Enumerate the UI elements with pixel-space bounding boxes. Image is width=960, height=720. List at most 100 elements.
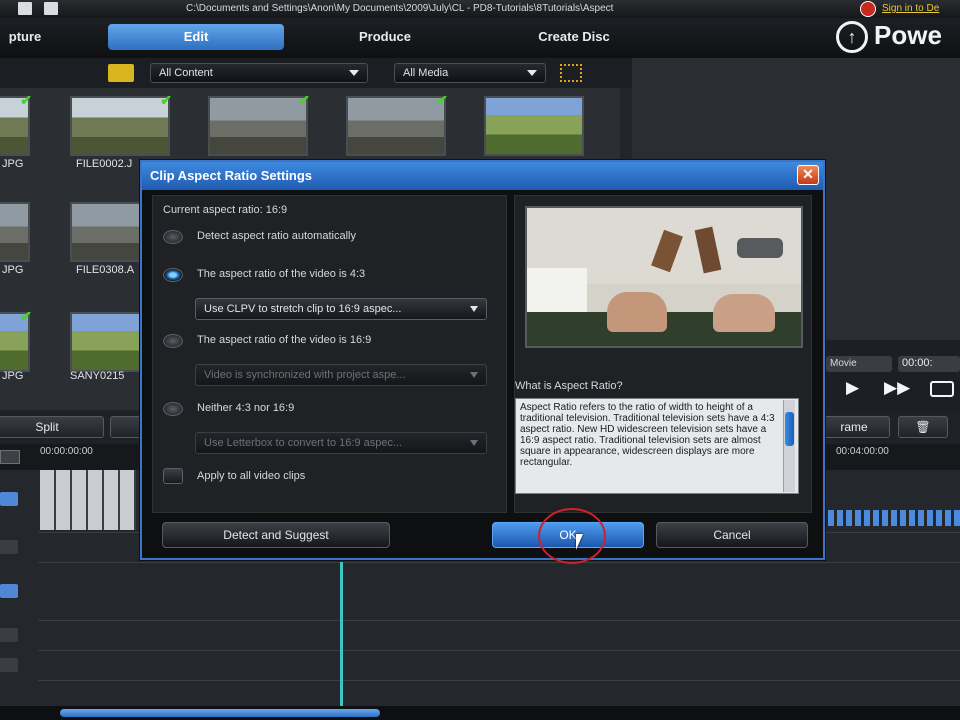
description-scrollbar[interactable] xyxy=(783,400,795,492)
content-filter-value: All Content xyxy=(159,67,213,79)
media-thumb[interactable]: ✔ xyxy=(0,92,32,156)
thumbnail-view-icon[interactable] xyxy=(560,64,582,82)
option-aspect-4-3-label: The aspect ratio of the video is 4:3 xyxy=(197,268,366,280)
option-detect-auto-label: Detect aspect ratio automatically xyxy=(197,230,356,242)
radio-aspect-16-9[interactable] xyxy=(163,334,183,348)
what-is-aspect-ratio-heading: What is Aspect Ratio? xyxy=(515,380,623,392)
fast-forward-icon[interactable]: ▶▶ xyxy=(884,378,910,398)
timeline-scrollbar[interactable] xyxy=(0,706,960,720)
open-folder-icon[interactable] xyxy=(44,2,58,15)
aspect-ratio-description-text: Aspect Ratio refers to the ratio of widt… xyxy=(520,402,775,468)
tab-produce[interactable]: Produce xyxy=(330,24,440,50)
ruler-toggle-icon[interactable] xyxy=(0,450,20,464)
aspect-4-3-method-select[interactable]: Use CLPV to stretch clip to 16:9 aspec..… xyxy=(195,298,487,320)
checkmark-icon: ✔ xyxy=(298,92,310,108)
scroll-thumb[interactable] xyxy=(785,412,794,446)
checkmark-icon: ✔ xyxy=(160,92,172,108)
chevron-down-icon xyxy=(470,306,478,312)
checkmark-icon: ✔ xyxy=(20,308,32,324)
dialog-title: Clip Aspect Ratio Settings xyxy=(142,162,823,190)
playhead[interactable] xyxy=(340,562,343,710)
radio-detect-auto[interactable] xyxy=(163,230,183,244)
media-thumb[interactable] xyxy=(0,202,30,262)
audio-track-icon[interactable] xyxy=(0,628,18,642)
detect-and-suggest-button[interactable]: Detect and Suggest xyxy=(162,522,390,548)
media-thumb[interactable]: ✔ xyxy=(208,92,310,156)
ruler-start-time: 00:00:00:00 xyxy=(40,446,93,457)
highlight-circle xyxy=(538,508,606,564)
window-path: C:\Documents and Settings\Anon\My Docume… xyxy=(186,3,614,14)
radio-aspect-neither[interactable] xyxy=(163,402,183,416)
content-filter-dropdown[interactable]: All Content xyxy=(150,63,368,83)
radio-aspect-4-3[interactable] xyxy=(163,268,183,282)
tab-create-disc[interactable]: Create Disc xyxy=(510,24,638,50)
track-divider xyxy=(38,650,960,651)
import-folder-icon[interactable] xyxy=(108,64,134,82)
aspect-preview-panel: What is Aspect Ratio? Aspect Ratio refer… xyxy=(514,195,812,513)
music-track-icon[interactable] xyxy=(0,658,18,672)
brand-logo: ↑ Powe xyxy=(836,20,942,54)
preview-object xyxy=(694,226,722,274)
media-filter-dropdown[interactable]: All Media xyxy=(394,63,546,83)
help-icon[interactable] xyxy=(860,1,876,17)
split-button[interactable]: Split xyxy=(0,416,104,438)
apply-all-label: Apply to all video clips xyxy=(197,470,306,482)
scroll-thumb[interactable] xyxy=(60,709,380,717)
aspect-16-9-method-value: Video is synchronized with project aspe.… xyxy=(204,369,406,381)
mouse-cursor-icon xyxy=(576,534,583,550)
chevron-down-icon xyxy=(349,70,359,76)
aspect-neither-method-select[interactable]: Use Letterbox to convert to 16:9 aspec..… xyxy=(195,432,487,454)
file-icon[interactable] xyxy=(18,2,32,15)
overlay-track-icon[interactable] xyxy=(0,584,18,598)
media-thumb[interactable]: ✔ xyxy=(70,92,172,156)
thumb-label: SANY0215 xyxy=(70,370,125,382)
tab-edit[interactable]: Edit xyxy=(108,24,284,50)
track-divider xyxy=(38,620,960,621)
preview-object xyxy=(651,229,683,273)
powerdirector-window: C:\Documents and Settings\Anon\My Docume… xyxy=(0,0,960,720)
media-thumb[interactable] xyxy=(484,96,584,156)
track-divider xyxy=(38,680,960,681)
checkmark-icon: ✔ xyxy=(20,92,32,108)
delete-button[interactable]: 🗑 xyxy=(898,416,948,438)
track-divider xyxy=(38,562,960,563)
tab-capture[interactable]: pture xyxy=(0,24,56,50)
audio-waveform[interactable] xyxy=(828,510,960,526)
preview-object xyxy=(713,294,775,332)
clip-aspect-ratio-dialog: Clip Aspect Ratio Settings ✕ Current asp… xyxy=(140,160,825,564)
power-up-icon: ↑ xyxy=(836,21,868,54)
thumb-label: JPG xyxy=(2,264,24,276)
aspect-neither-method-value: Use Letterbox to convert to 16:9 aspec..… xyxy=(204,437,403,449)
media-filter-value: All Media xyxy=(403,67,449,79)
main-tab-bar: pture Edit Produce Create Disc ↑ Powe xyxy=(0,18,960,58)
media-thumb[interactable]: ✔ xyxy=(0,308,32,372)
aspect-options-panel: Current aspect ratio: 16:9 Detect aspect… xyxy=(152,195,507,513)
aspect-4-3-method-value: Use CLPV to stretch clip to 16:9 aspec..… xyxy=(204,303,402,315)
chevron-down-icon xyxy=(527,70,537,76)
movie-mode-button[interactable]: Movie xyxy=(826,356,892,372)
close-icon[interactable]: ✕ xyxy=(797,165,819,185)
time-readout: 00:00: xyxy=(898,356,960,372)
sign-in-link[interactable]: Sign in to De xyxy=(882,3,939,14)
thumb-label: FILE0002.J xyxy=(76,158,133,170)
ruler-time-marker: 00:04:00:00 xyxy=(836,446,889,457)
apply-all-checkbox[interactable] xyxy=(163,468,183,484)
play-icon[interactable]: ▶ xyxy=(846,378,859,398)
library-toolbar: All Content All Media xyxy=(0,58,632,88)
current-aspect-ratio: Current aspect ratio: 16:9 xyxy=(163,204,288,216)
chevron-down-icon xyxy=(470,440,478,446)
toolbar-button[interactable] xyxy=(110,416,144,438)
frame-button[interactable]: rame xyxy=(818,416,890,438)
title-bar: C:\Documents and Settings\Anon\My Docume… xyxy=(0,0,960,18)
fx-track-icon[interactable] xyxy=(0,540,18,554)
thumb-label: JPG xyxy=(2,158,24,170)
preview-object xyxy=(737,238,783,258)
fullscreen-icon[interactable] xyxy=(930,381,954,397)
cancel-button[interactable]: Cancel xyxy=(656,522,808,548)
aspect-16-9-method-select[interactable]: Video is synchronized with project aspe.… xyxy=(195,364,487,386)
video-clip[interactable] xyxy=(40,470,136,530)
video-track-icon[interactable] xyxy=(0,492,18,506)
trash-icon: 🗑 xyxy=(915,420,931,434)
media-thumb[interactable]: ✔ xyxy=(346,92,448,156)
clip-preview-image xyxy=(525,206,803,348)
